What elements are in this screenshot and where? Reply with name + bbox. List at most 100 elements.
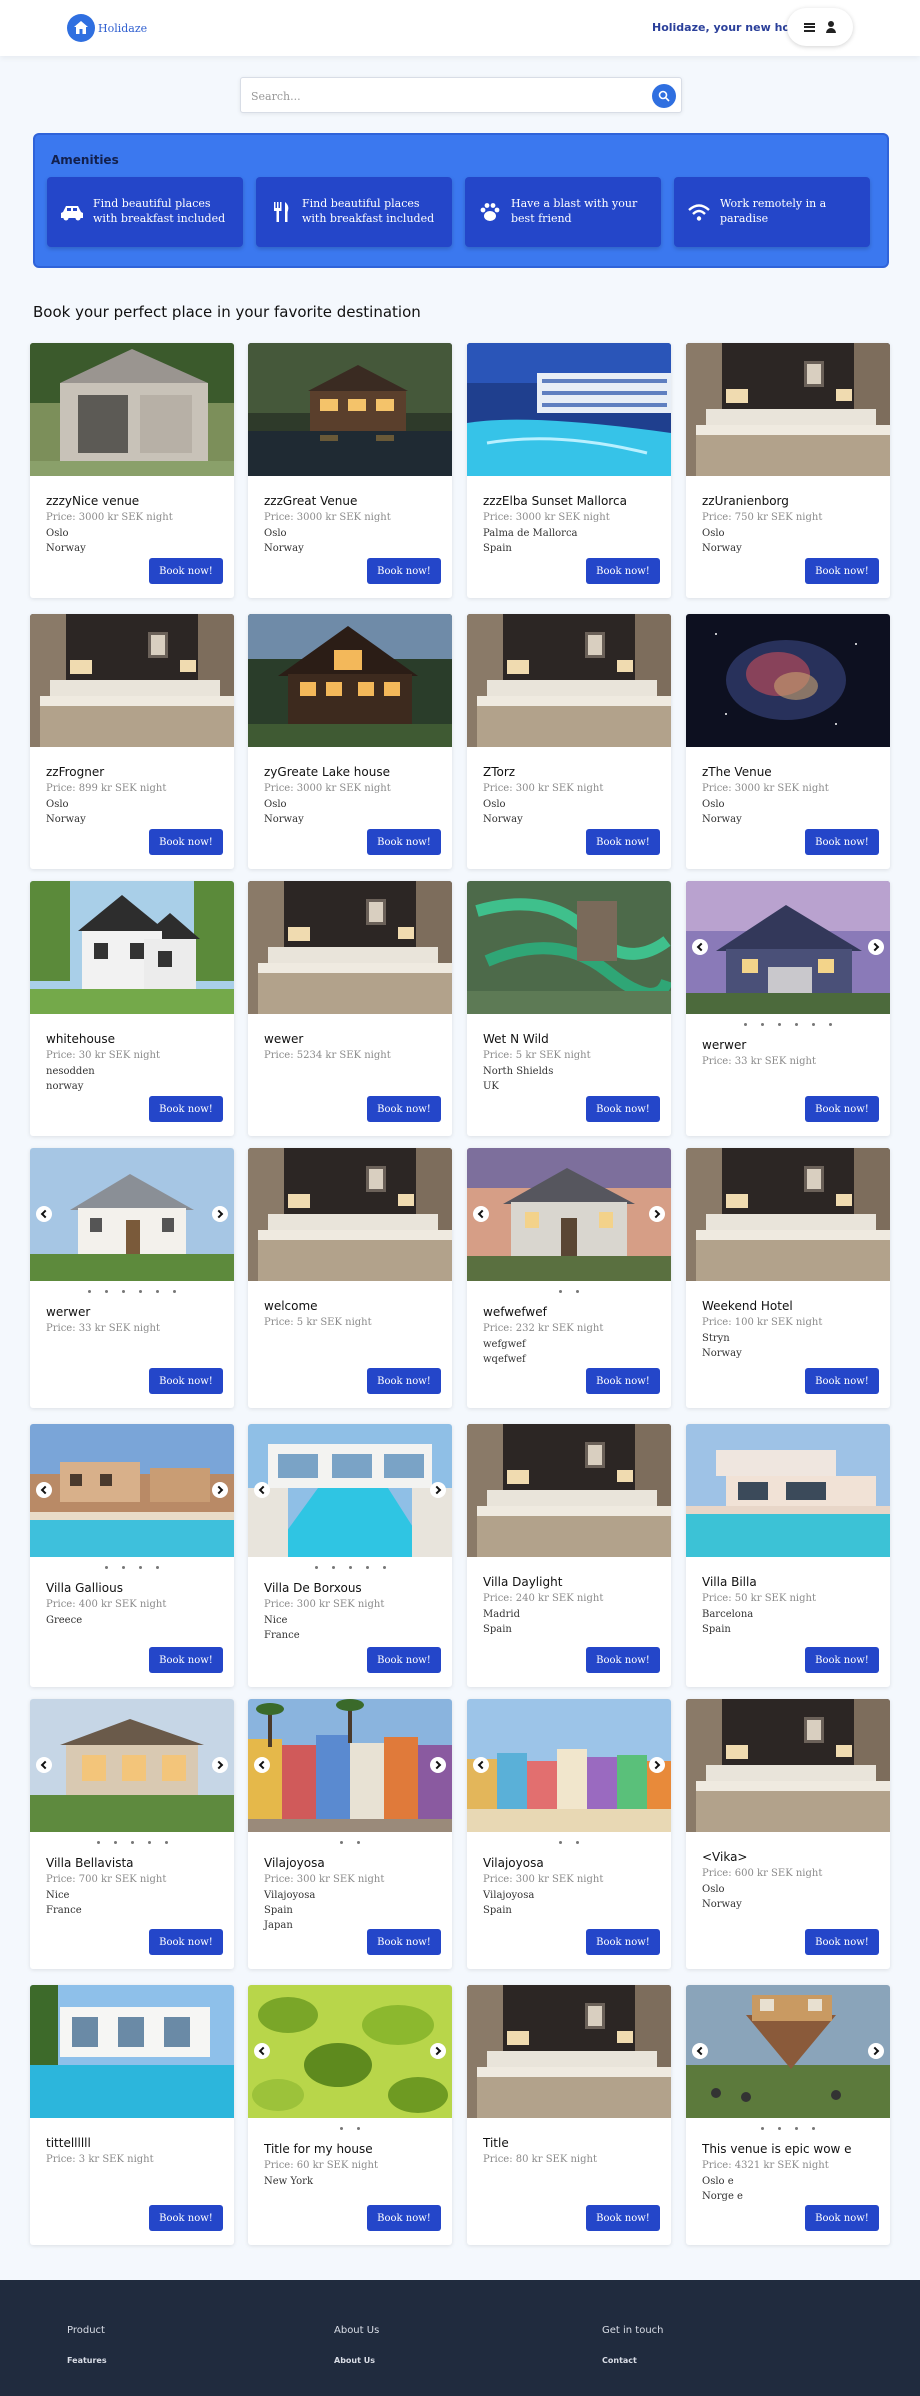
venue-card[interactable]: zzzElba Sunset Mallorca Price: 3000 kr SE… bbox=[467, 343, 671, 598]
venue-photo[interactable] bbox=[467, 1424, 671, 1557]
carousel-dot[interactable] bbox=[559, 1841, 562, 1844]
carousel-dot[interactable] bbox=[156, 1566, 159, 1569]
book-now-button[interactable]: Book now! bbox=[149, 558, 223, 584]
venue-card[interactable]: zzFrogner Price: 899 kr SEK night Oslo Norw… bbox=[30, 614, 234, 869]
carousel-dot[interactable] bbox=[576, 1841, 579, 1844]
carousel-prev-icon[interactable] bbox=[473, 1757, 489, 1773]
venue-photo[interactable] bbox=[686, 1699, 890, 1832]
venue-card[interactable]: ZTorz Price: 300 kr SEK night Oslo Norway Bo… bbox=[467, 614, 671, 869]
carousel-dot[interactable] bbox=[156, 1290, 159, 1293]
venue-photo[interactable] bbox=[467, 614, 671, 747]
carousel-dot[interactable] bbox=[761, 1023, 764, 1026]
venue-photo[interactable] bbox=[30, 1985, 234, 2118]
venue-photo[interactable] bbox=[467, 1699, 671, 1832]
venue-photo[interactable] bbox=[248, 881, 452, 1014]
venue-card[interactable]: whitehouse Price: 30 kr SEK night nesodden… bbox=[30, 881, 234, 1136]
carousel-prev-icon[interactable] bbox=[692, 2043, 708, 2059]
carousel-prev-icon[interactable] bbox=[36, 1757, 52, 1773]
book-now-button[interactable]: Book now! bbox=[805, 558, 879, 584]
carousel-next-icon[interactable] bbox=[868, 2043, 884, 2059]
venue-photo[interactable] bbox=[686, 1148, 890, 1281]
venue-photo[interactable] bbox=[467, 343, 671, 476]
carousel-dot[interactable] bbox=[829, 1023, 832, 1026]
book-now-button[interactable]: Book now! bbox=[367, 829, 441, 855]
carousel-prev-icon[interactable] bbox=[36, 1482, 52, 1498]
amenity-card-food[interactable]: Find beautiful places with breakfast inc… bbox=[256, 177, 452, 247]
carousel-dot[interactable] bbox=[812, 2127, 815, 2130]
venue-photo[interactable] bbox=[248, 1699, 452, 1832]
carousel-next-icon[interactable] bbox=[212, 1757, 228, 1773]
venue-card[interactable]: wewer Price: 5234 kr SEK night Book now! bbox=[248, 881, 452, 1136]
carousel-next-icon[interactable] bbox=[430, 1757, 446, 1773]
search-input[interactable] bbox=[251, 87, 631, 105]
book-now-button[interactable]: Book now! bbox=[367, 2205, 441, 2231]
venue-photo[interactable] bbox=[248, 1985, 452, 2118]
venue-card[interactable]: Title for my house Price: 60 kr SEK night… bbox=[248, 1985, 452, 2245]
carousel-dot[interactable] bbox=[559, 1290, 562, 1293]
footer-link-contact[interactable]: Contact bbox=[602, 2356, 664, 2365]
carousel-dot[interactable] bbox=[795, 1023, 798, 1026]
venue-card[interactable]: <Vika> Price: 600 kr SEK night Oslo Norway B… bbox=[686, 1699, 890, 1969]
venue-card[interactable]: Weekend Hotel Price: 100 kr SEK night Stry… bbox=[686, 1148, 890, 1408]
carousel-next-icon[interactable] bbox=[212, 1206, 228, 1222]
venue-card[interactable]: Villa Bellavista Price: 700 kr SEK night N… bbox=[30, 1699, 234, 1969]
carousel-dot[interactable] bbox=[122, 1290, 125, 1293]
carousel-prev-icon[interactable] bbox=[692, 939, 708, 955]
book-now-button[interactable]: Book now! bbox=[805, 1929, 879, 1955]
book-now-button[interactable]: Book now! bbox=[149, 829, 223, 855]
venue-photo[interactable] bbox=[30, 1699, 234, 1832]
carousel-dot[interactable] bbox=[96, 1841, 100, 1844]
book-now-button[interactable]: Book now! bbox=[586, 2205, 660, 2231]
logo[interactable]: Holidaze bbox=[67, 14, 147, 42]
venue-card[interactable]: werwer Price: 33 kr SEK night Book now! bbox=[686, 881, 890, 1136]
carousel-next-icon[interactable] bbox=[212, 1482, 228, 1498]
book-now-button[interactable]: Book now! bbox=[586, 1929, 660, 1955]
footer-link-features[interactable]: Features bbox=[67, 2356, 107, 2365]
carousel-dot[interactable] bbox=[314, 1566, 318, 1569]
venue-card[interactable]: werwer Price: 33 kr SEK night Book now! bbox=[30, 1148, 234, 1408]
book-now-button[interactable]: Book now! bbox=[149, 1368, 223, 1394]
venue-photo[interactable] bbox=[248, 343, 452, 476]
carousel-dot[interactable] bbox=[576, 1290, 579, 1293]
carousel-dot[interactable] bbox=[113, 1841, 117, 1844]
venue-photo[interactable] bbox=[686, 343, 890, 476]
carousel-next-icon[interactable] bbox=[430, 2043, 446, 2059]
book-now-button[interactable]: Book now! bbox=[149, 1096, 223, 1122]
venue-photo[interactable] bbox=[30, 614, 234, 747]
search-button[interactable] bbox=[652, 84, 676, 108]
venue-card[interactable]: tittellllll Price: 3 kr SEK night Book now… bbox=[30, 1985, 234, 2245]
venue-card[interactable]: Villa De Borxous Price: 300 kr SEK night N… bbox=[248, 1424, 452, 1687]
venue-photo[interactable] bbox=[248, 1424, 452, 1557]
carousel-dot[interactable] bbox=[795, 2127, 798, 2130]
book-now-button[interactable]: Book now! bbox=[586, 558, 660, 584]
book-now-button[interactable]: Book now! bbox=[586, 829, 660, 855]
carousel-dot[interactable] bbox=[105, 1290, 108, 1293]
venue-card[interactable]: welcome Price: 5 kr SEK night Book now! bbox=[248, 1148, 452, 1408]
venue-photo[interactable] bbox=[467, 1148, 671, 1281]
amenity-card-breakfast[interactable]: Find beautiful places with breakfast inc… bbox=[47, 177, 243, 247]
amenity-card-pets[interactable]: Have a blast with your best friend bbox=[465, 177, 661, 247]
venue-photo[interactable] bbox=[30, 1148, 234, 1281]
venue-photo[interactable] bbox=[467, 881, 671, 1014]
venue-photo[interactable] bbox=[30, 343, 234, 476]
carousel-prev-icon[interactable] bbox=[36, 1206, 52, 1222]
carousel-dot[interactable] bbox=[812, 1023, 815, 1026]
venue-card[interactable]: zzUranienborg Price: 750 kr SEK night Oslo… bbox=[686, 343, 890, 598]
carousel-next-icon[interactable] bbox=[868, 939, 884, 955]
venue-photo[interactable] bbox=[686, 881, 890, 1014]
carousel-dot[interactable] bbox=[164, 1841, 168, 1844]
carousel-dot[interactable] bbox=[744, 1023, 747, 1026]
venue-card[interactable]: Villa Billa Price: 50 kr SEK night Barcelo… bbox=[686, 1424, 890, 1687]
book-now-button[interactable]: Book now! bbox=[367, 1368, 441, 1394]
book-now-button[interactable]: Book now! bbox=[149, 1929, 223, 1955]
carousel-dot[interactable] bbox=[357, 2127, 360, 2130]
book-now-button[interactable]: Book now! bbox=[149, 2205, 223, 2231]
carousel-dot[interactable] bbox=[139, 1566, 142, 1569]
carousel-dot[interactable] bbox=[88, 1290, 91, 1293]
venue-card[interactable]: zzzGreat Venue Price: 3000 kr SEK night Os… bbox=[248, 343, 452, 598]
book-now-button[interactable]: Book now! bbox=[805, 1096, 879, 1122]
carousel-dot[interactable] bbox=[340, 1841, 343, 1844]
carousel-dot[interactable] bbox=[348, 1566, 352, 1569]
carousel-dot[interactable] bbox=[105, 1566, 108, 1569]
carousel-dot[interactable] bbox=[340, 2127, 343, 2130]
